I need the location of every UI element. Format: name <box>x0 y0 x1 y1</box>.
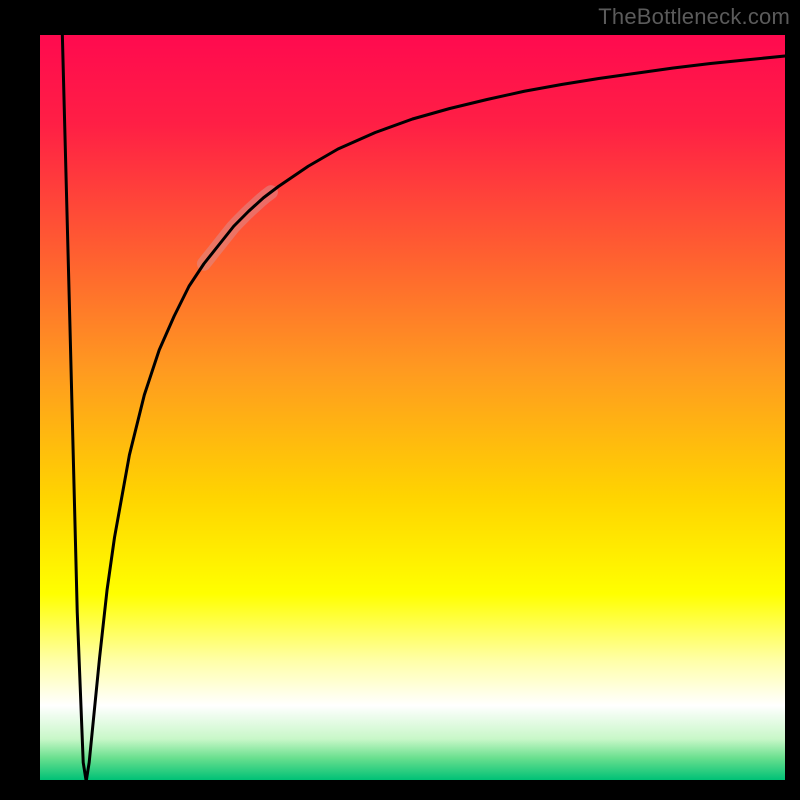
plot-area <box>40 35 785 785</box>
bottleneck-curve <box>62 35 785 781</box>
attribution-text: TheBottleneck.com <box>598 4 790 30</box>
curve-layer <box>40 35 785 785</box>
chart-frame: TheBottleneck.com <box>0 0 800 800</box>
